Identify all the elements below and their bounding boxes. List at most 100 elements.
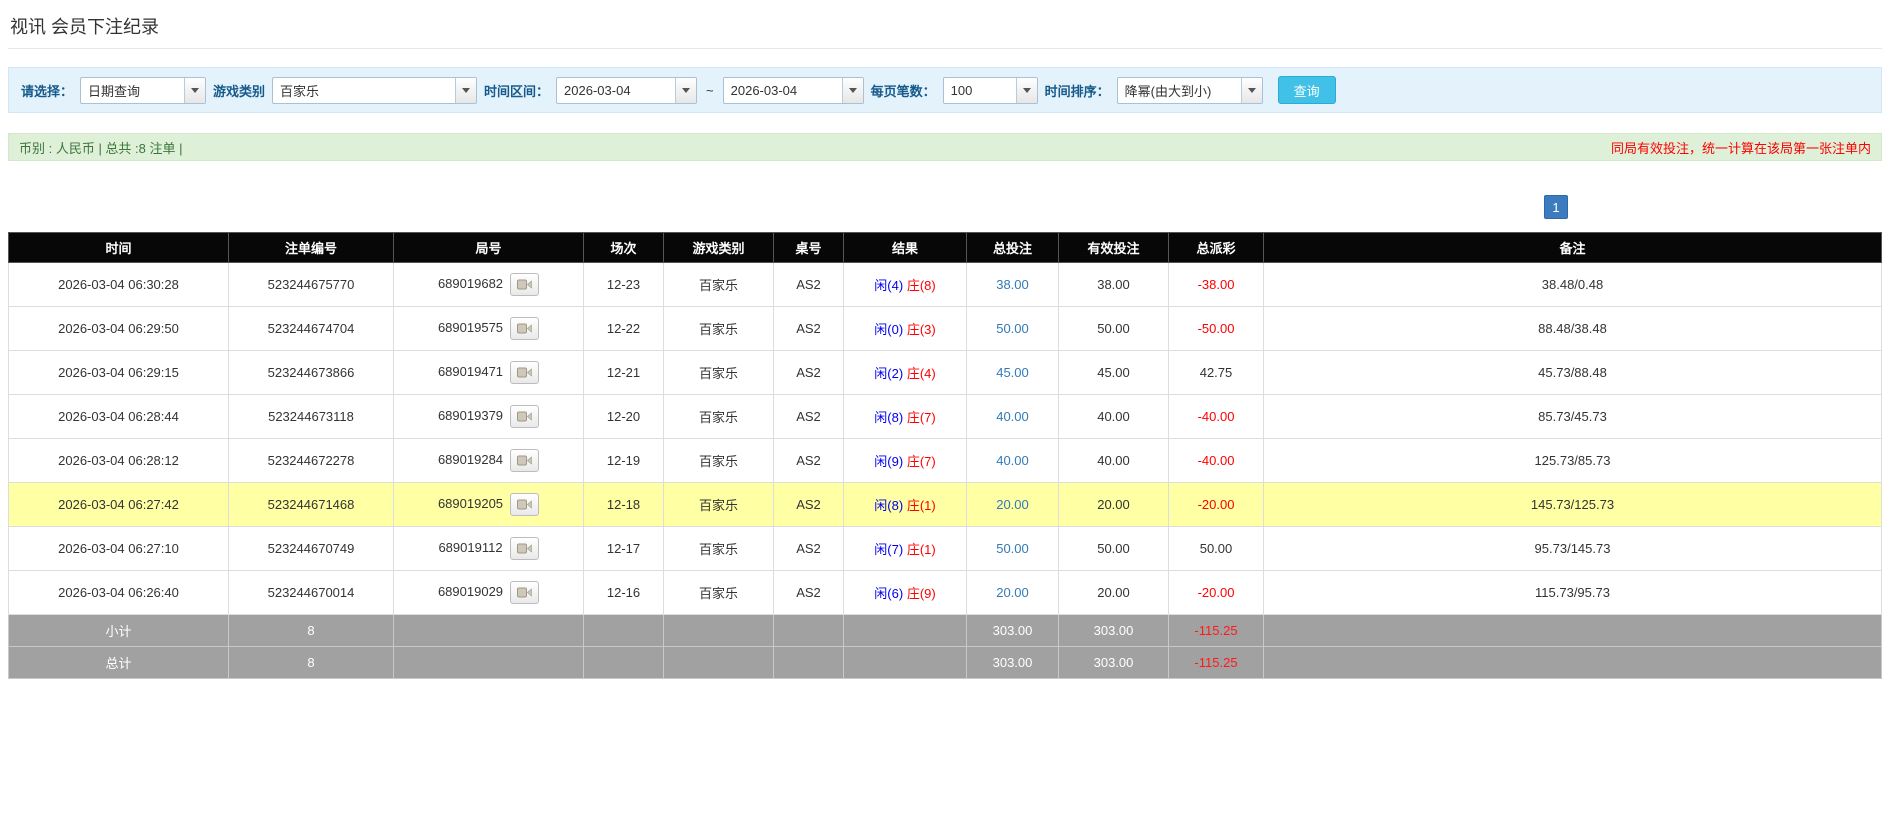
cell-table-no: AS2 xyxy=(773,526,844,571)
sort-order-dropdown-arrow[interactable] xyxy=(1240,77,1262,103)
page-button-1[interactable]: 1 xyxy=(1544,195,1568,219)
page-size-dropdown-arrow[interactable] xyxy=(1015,77,1037,103)
column-header: 游戏类别 xyxy=(663,232,774,263)
summary-bar: 币别 : 人民币 | 总共 :8 注单 | 同局有效投注，统一计算在该局第一张注… xyxy=(8,133,1882,161)
cell-result: 闲(4) 庄(8) xyxy=(843,262,967,307)
date-from-input[interactable] xyxy=(557,77,676,103)
cell-valid-bet: 50.00 xyxy=(1058,526,1169,571)
result-player: 闲(0) xyxy=(874,322,904,337)
cell-table-no: AS2 xyxy=(773,394,844,439)
total-bet-link[interactable]: 38.00 xyxy=(996,277,1029,292)
records-body: 2026-03-04 06:30:28 523244675770 689019682… xyxy=(8,262,1882,679)
chevron-down-icon xyxy=(1022,87,1031,93)
video-replay-button[interactable] xyxy=(510,449,540,472)
payout-value: -20.00 xyxy=(1197,497,1235,512)
video-replay-button[interactable] xyxy=(510,273,540,296)
date-from-picker[interactable] xyxy=(556,76,698,104)
cell-bet-id: 523244675770 xyxy=(228,262,394,307)
sum-payout: -115.25 xyxy=(1168,614,1264,647)
total-bet-link[interactable]: 50.00 xyxy=(996,541,1029,556)
total-bet-link[interactable]: 20.00 xyxy=(996,585,1029,600)
round-id: 689019284 xyxy=(437,451,504,467)
cell-bet-id: 523244670014 xyxy=(228,570,394,615)
result-player: 闲(9) xyxy=(874,454,904,469)
date-to-dropdown-arrow[interactable] xyxy=(841,77,863,103)
column-header: 有效投注 xyxy=(1058,232,1169,263)
result-banker: 庄(9) xyxy=(906,586,936,601)
pagination: 1 xyxy=(8,195,1882,219)
round-id: 689019682 xyxy=(437,275,504,291)
video-replay-button[interactable] xyxy=(510,361,540,384)
result-banker: 庄(1) xyxy=(906,498,936,513)
cell-session: 12-19 xyxy=(583,438,664,483)
result-player: 闲(7) xyxy=(874,542,904,557)
cell-session: 12-23 xyxy=(583,262,664,307)
cell-game-type: 百家乐 xyxy=(663,526,774,571)
cell-time: 2026-03-04 06:29:50 xyxy=(8,306,229,351)
sum-valid-bet: 303.00 xyxy=(1058,646,1169,679)
total-bet-link[interactable]: 40.00 xyxy=(996,453,1029,468)
video-icon xyxy=(516,543,532,554)
sort-order-input[interactable] xyxy=(1117,77,1241,103)
cell-total-bet: 45.00 xyxy=(966,350,1059,395)
date-range-separator: ~ xyxy=(706,82,714,98)
table-row: 2026-03-04 06:29:15 523244673866 689019471… xyxy=(8,350,1882,395)
cell-round: 689019029 xyxy=(393,570,584,615)
total-bet-link[interactable]: 50.00 xyxy=(996,321,1029,336)
result-banker: 庄(1) xyxy=(906,542,936,557)
video-icon xyxy=(517,411,532,422)
query-type-dropdown-arrow[interactable] xyxy=(184,77,206,103)
search-button[interactable]: 查询 xyxy=(1277,76,1336,104)
cell-table-no: AS2 xyxy=(773,350,844,395)
cell-time: 2026-03-04 06:28:12 xyxy=(8,438,229,483)
cell-session: 12-21 xyxy=(583,350,664,395)
result-banker: 庄(8) xyxy=(906,278,936,293)
date-to-picker[interactable] xyxy=(722,76,864,104)
sort-order-combobox[interactable] xyxy=(1116,76,1263,104)
video-replay-button[interactable] xyxy=(510,405,540,428)
query-type-input[interactable] xyxy=(81,77,185,103)
total-bet-link[interactable]: 40.00 xyxy=(996,409,1029,424)
game-type-dropdown-arrow[interactable] xyxy=(455,77,477,103)
cell-result: 闲(8) 庄(1) xyxy=(843,482,967,527)
video-icon xyxy=(517,455,532,466)
total-bet-link[interactable]: 20.00 xyxy=(996,497,1029,512)
cell-round: 689019112 xyxy=(393,526,584,571)
video-replay-button[interactable] xyxy=(510,317,540,340)
cell-valid-bet: 20.00 xyxy=(1058,570,1169,615)
video-icon xyxy=(517,499,532,510)
cell-total-bet: 50.00 xyxy=(966,306,1059,351)
game-type-label: 游戏类别 xyxy=(213,83,266,99)
payout-value: -40.00 xyxy=(1197,409,1235,424)
query-type-combobox[interactable] xyxy=(80,76,207,104)
video-replay-button[interactable] xyxy=(510,493,540,516)
time-range-label: 时间区间： xyxy=(484,83,550,99)
page-size-combobox[interactable] xyxy=(942,76,1038,104)
cell-bet-id: 523244674704 xyxy=(228,306,394,351)
sum-label: 小计 xyxy=(8,614,229,647)
game-type-input[interactable] xyxy=(273,77,456,103)
result-player: 闲(8) xyxy=(874,410,904,425)
cell-time: 2026-03-04 06:29:15 xyxy=(8,350,229,395)
cell-payout: -20.00 xyxy=(1168,482,1264,527)
cell-payout: -40.00 xyxy=(1168,394,1264,439)
cell-payout: 42.75 xyxy=(1168,350,1264,395)
table-row: 2026-03-04 06:27:42 523244671468 689019205… xyxy=(8,482,1882,527)
cell-session: 12-18 xyxy=(583,482,664,527)
video-replay-button[interactable] xyxy=(510,581,540,604)
video-replay-button[interactable] xyxy=(509,537,539,560)
cell-time: 2026-03-04 06:26:40 xyxy=(8,570,229,615)
sum-total-bet: 303.00 xyxy=(966,646,1059,679)
table-row: 2026-03-04 06:27:10 523244670749 689019112… xyxy=(8,526,1882,571)
payout-value: -50.00 xyxy=(1197,321,1235,336)
sum-count: 8 xyxy=(228,646,394,679)
date-to-input[interactable] xyxy=(723,77,842,103)
date-from-dropdown-arrow[interactable] xyxy=(675,77,697,103)
result-player: 闲(2) xyxy=(874,366,904,381)
page-size-input[interactable] xyxy=(943,77,1016,103)
cell-round: 689019471 xyxy=(393,350,584,395)
game-type-combobox[interactable] xyxy=(272,76,478,104)
total-bet-link[interactable]: 45.00 xyxy=(996,365,1029,380)
column-header: 总派彩 xyxy=(1168,232,1264,263)
cell-time: 2026-03-04 06:28:44 xyxy=(8,394,229,439)
